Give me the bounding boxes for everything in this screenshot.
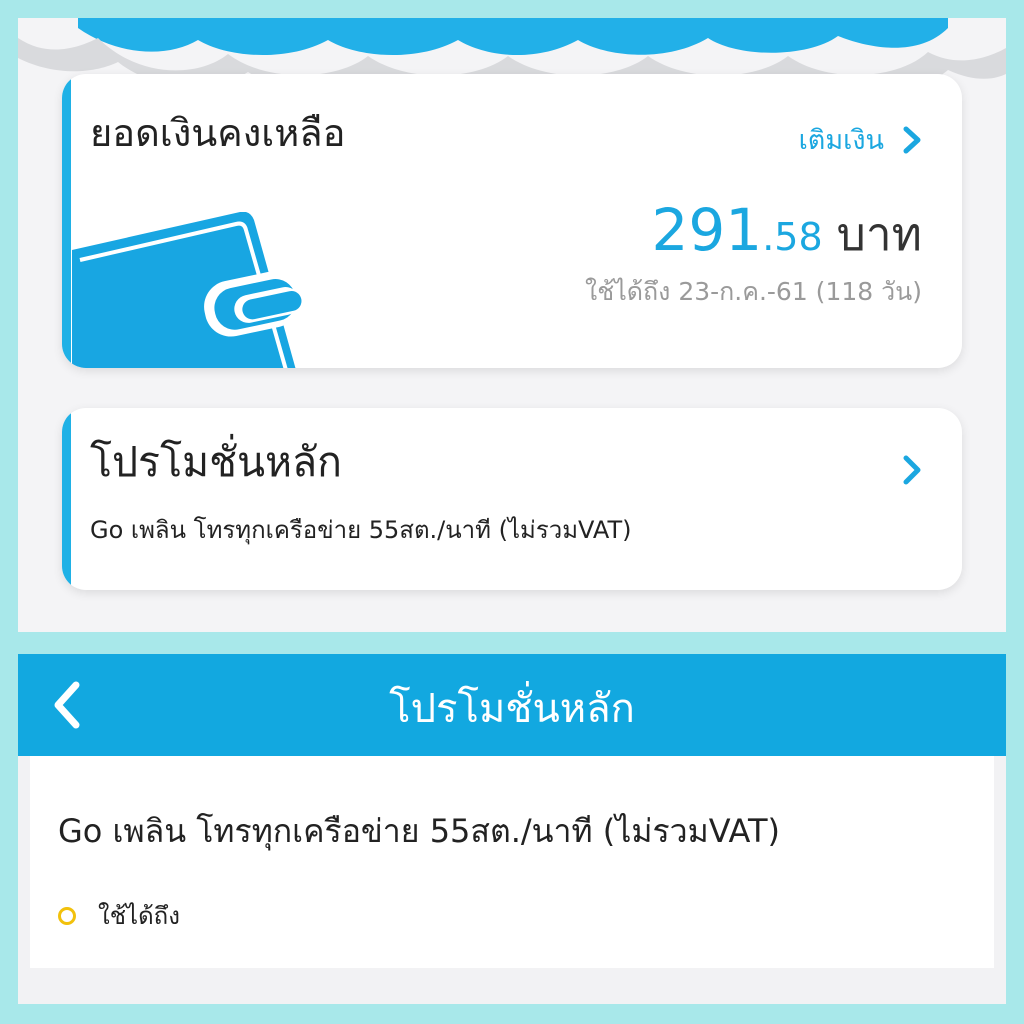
balance-card: ยอดเงินคงเหลือ เติมเงิน 291 .58 บาท ใช้ไ… [62,74,962,368]
chevron-right-icon[interactable] [900,454,926,486]
validity-item: ใช้ได้ถึง [58,896,180,935]
promotion-detail-screen: โปรโมชั่นหลัก Go เพลิน โทรทุกเครือข่าย 5… [18,654,1006,1004]
promotion-title: โปรโมชั่นหลัก [90,438,342,486]
promotion-description: Go เพลิน โทรทุกเครือข่าย 55สต./นาที (ไม่… [58,812,780,850]
promotion-description: Go เพลิน โทรทุกเครือข่าย 55สต./นาที (ไม่… [90,516,632,544]
card-accent-bar [62,74,71,368]
amount-decimal: .58 [762,215,823,259]
balance-amount: 291 .58 บาท [651,196,922,271]
validity-label: ใช้ได้ถึง [98,902,180,930]
topup-label: เติมเงิน [798,125,884,156]
card-accent-bar [62,408,71,590]
balance-title: ยอดเงินคงเหลือ [90,111,346,155]
balance-screen: ยอดเงินคงเหลือ เติมเงิน 291 .58 บาท ใช้ไ… [18,18,1006,632]
main-promotion-card[interactable]: โปรโมชั่นหลัก Go เพลิน โทรทุกเครือข่าย 5… [62,408,962,590]
circle-bullet-icon [58,906,76,925]
amount-integer: 291 [651,196,763,264]
topup-link[interactable]: เติมเงิน [799,118,926,161]
validity-text: ใช้ได้ถึง 23-ก.ค.-61 (118 วัน) [585,277,922,306]
promotion-detail-panel: Go เพลิน โทรทุกเครือข่าย 55สต./นาที (ไม่… [30,756,994,968]
navigation-bar: โปรโมชั่นหลัก [18,654,1006,756]
chevron-right-icon [903,126,921,153]
currency-label: บาท [836,207,922,261]
page-title: โปรโมชั่นหลัก [389,686,635,732]
wallet-icon [72,212,302,368]
